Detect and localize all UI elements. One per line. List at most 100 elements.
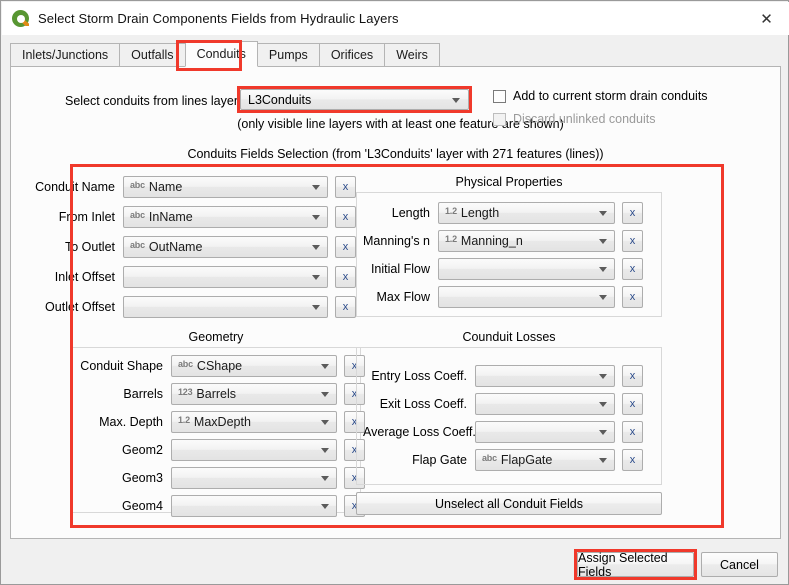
clear-field-from-inlet[interactable]: x — [335, 206, 356, 228]
field-label: Exit Loss Coeff. — [379, 397, 467, 411]
cancel-button[interactable]: Cancel — [701, 552, 778, 577]
clear-field-outlet-offset[interactable]: x — [335, 296, 356, 318]
assign-selected-fields-button[interactable]: Assign Selected Fields — [577, 551, 694, 579]
field-select-geom2[interactable] — [171, 439, 337, 461]
clear-field-conduit-name[interactable]: x — [335, 176, 356, 198]
field-row-flap-gate: Flap Gate abc FlapGate x — [363, 449, 643, 471]
clear-field-max-flow[interactable]: x — [622, 286, 643, 308]
field-select-average-loss-coeff[interactable] — [475, 421, 615, 443]
group-caption-physical-properties: Physical Properties — [455, 175, 563, 189]
field-label: Geom4 — [122, 499, 163, 513]
chevron-down-icon — [599, 267, 607, 272]
clear-field-average-loss-coeff[interactable]: x — [622, 421, 643, 443]
tab-orifices[interactable]: Orifices — [318, 43, 386, 67]
field-label: Manning's n — [363, 234, 431, 248]
dialog-window: Select Storm Drain Components Fields fro… — [0, 0, 789, 585]
field-row-initial-flow: Initial Flow x — [363, 258, 643, 280]
field-value: Barrels — [196, 387, 237, 401]
group-caption-conduit-losses: Counduit Losses — [462, 330, 556, 344]
field-select-entry-loss-coeff[interactable] — [475, 365, 615, 387]
unselect-all-conduit-fields-button[interactable]: Unselect all Conduit Fields — [356, 492, 662, 515]
field-value: OutName — [148, 240, 203, 254]
field-select-to-outlet[interactable]: abc OutName — [123, 236, 328, 258]
clear-field-initial-flow[interactable]: x — [622, 258, 643, 280]
field-row-exit-loss-coeff: Exit Loss Coeff. x — [363, 393, 643, 415]
field-row-entry-loss-coeff: Entry Loss Coeff. x — [363, 365, 643, 387]
tab-bar: Inlets/Junctions Outfalls Conduits Pumps… — [10, 41, 440, 67]
field-row-from-inlet: From Inlet abc InName x — [21, 206, 356, 228]
field-value: Manning_n — [460, 234, 523, 248]
tab-conduits[interactable]: Conduits — [184, 41, 258, 67]
clear-field-exit-loss-coeff[interactable]: x — [622, 393, 643, 415]
field-label: Inlet Offset — [54, 270, 115, 284]
field-label: To Outlet — [64, 240, 115, 254]
clear-field-inlet-offset[interactable]: x — [335, 266, 356, 288]
clear-field-mannings-n[interactable]: x — [622, 230, 643, 252]
chevron-down-icon — [599, 402, 607, 407]
tab-inlets-junctions[interactable]: Inlets/Junctions — [10, 43, 121, 67]
clear-field-entry-loss-coeff[interactable]: x — [622, 365, 643, 387]
chevron-down-icon — [321, 364, 329, 369]
chevron-down-icon — [321, 420, 329, 425]
field-type-badge: abc — [130, 210, 145, 220]
field-value: MaxDepth — [193, 415, 251, 429]
field-select-conduit-name[interactable]: abc Name — [123, 176, 328, 198]
field-select-conduit-shape[interactable]: abc CShape — [171, 355, 337, 377]
field-value: InName — [148, 210, 193, 224]
fields-section-title: Conduits Fields Selection (from 'L3Condu… — [187, 147, 604, 161]
field-type-badge: abc — [130, 240, 145, 250]
chevron-down-icon — [599, 211, 607, 216]
field-label: Outlet Offset — [45, 300, 115, 314]
clear-field-to-outlet[interactable]: x — [335, 236, 356, 258]
field-select-max-depth[interactable]: 1.2 MaxDepth — [171, 411, 337, 433]
chevron-down-icon — [321, 392, 329, 397]
field-label: Geom3 — [122, 471, 163, 485]
field-select-from-inlet[interactable]: abc InName — [123, 206, 328, 228]
field-select-mannings-n[interactable]: 1.2 Manning_n — [438, 230, 615, 252]
field-value: Length — [460, 206, 500, 220]
field-row-max-flow: Max Flow x — [363, 286, 643, 308]
field-row-geom4: Geom4 x — [79, 495, 365, 517]
field-row-max-depth: Max. Depth 1.2 MaxDepth x — [79, 411, 365, 433]
field-label: Geom2 — [122, 443, 163, 457]
group-caption-geometry: Geometry — [188, 330, 244, 344]
tab-weirs[interactable]: Weirs — [384, 43, 440, 67]
field-label: Entry Loss Coeff. — [371, 369, 467, 383]
conduits-tab-panel: Select conduits from lines layer L3Condu… — [10, 66, 781, 539]
field-value: Name — [148, 180, 183, 194]
qgis-logo-icon — [12, 10, 29, 27]
field-label: From Inlet — [58, 210, 115, 224]
field-value: CShape — [196, 359, 243, 373]
field-type-badge: 123 — [178, 387, 193, 397]
chevron-down-icon — [312, 305, 320, 310]
field-row-length: Length 1.2 Length x — [363, 202, 643, 224]
field-select-max-flow[interactable] — [438, 286, 615, 308]
field-select-inlet-offset[interactable] — [123, 266, 328, 288]
field-select-geom4[interactable] — [171, 495, 337, 517]
chevron-down-icon — [599, 430, 607, 435]
window-title: Select Storm Drain Components Fields fro… — [38, 11, 399, 26]
tab-outfalls[interactable]: Outfalls — [119, 43, 186, 67]
checkbox-add-to-current[interactable]: Add to current storm drain conduits — [493, 87, 708, 105]
chevron-down-icon — [599, 374, 607, 379]
layer-select[interactable]: L3Conduits — [240, 89, 469, 110]
field-select-length[interactable]: 1.2 Length — [438, 202, 615, 224]
clear-field-flap-gate[interactable]: x — [622, 449, 643, 471]
field-row-geom3: Geom3 x — [79, 467, 365, 489]
close-icon[interactable]: ✕ — [744, 2, 789, 35]
chevron-down-icon — [312, 245, 320, 250]
checkbox-label: Add to current storm drain conduits — [513, 89, 708, 103]
chevron-down-icon — [312, 215, 320, 220]
checkbox-box-icon — [493, 89, 506, 103]
field-select-barrels[interactable]: 123 Barrels — [171, 383, 337, 405]
field-select-geom3[interactable] — [171, 467, 337, 489]
field-select-initial-flow[interactable] — [438, 258, 615, 280]
field-select-outlet-offset[interactable] — [123, 296, 328, 318]
field-label: Barrels — [123, 387, 163, 401]
field-select-flap-gate[interactable]: abc FlapGate — [475, 449, 615, 471]
field-row-average-loss-coeff: Average Loss Coeff. x — [363, 421, 643, 443]
title-bar: Select Storm Drain Components Fields fro… — [2, 2, 789, 35]
field-select-exit-loss-coeff[interactable] — [475, 393, 615, 415]
clear-field-length[interactable]: x — [622, 202, 643, 224]
tab-pumps[interactable]: Pumps — [256, 43, 320, 67]
